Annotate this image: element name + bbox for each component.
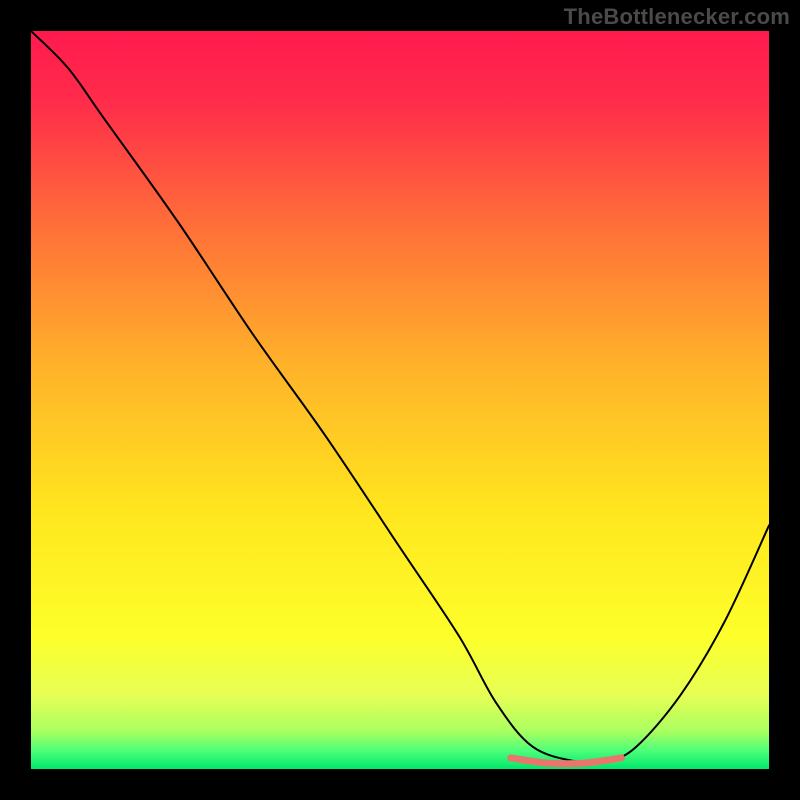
chart-svg: [31, 31, 769, 769]
chart-plot-area: [31, 31, 769, 769]
watermark-text: TheBottlenecker.com: [564, 4, 790, 30]
chart-background: [31, 31, 769, 769]
